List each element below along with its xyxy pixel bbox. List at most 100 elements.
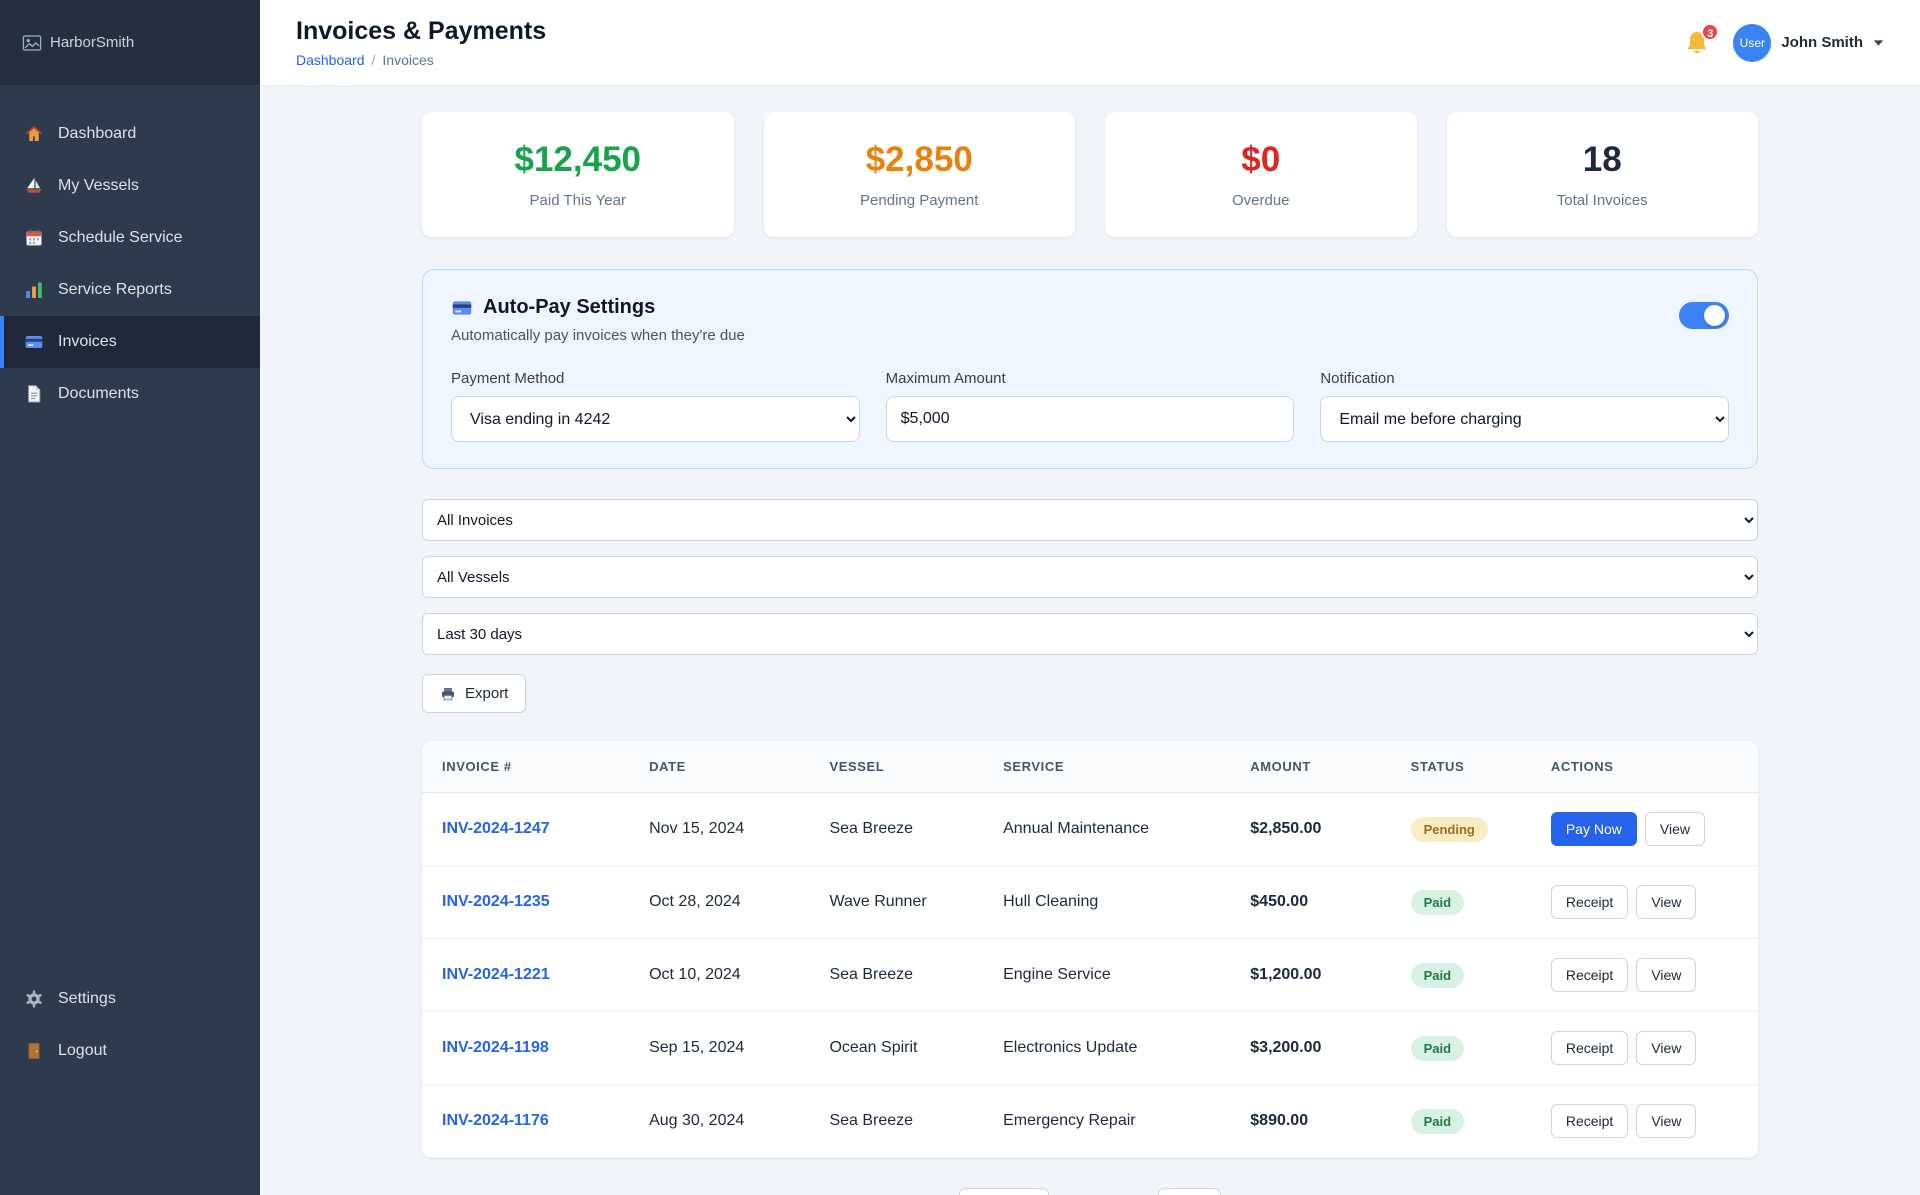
invoice-service: Emergency Repair — [983, 1084, 1231, 1158]
page-title: Invoices & Payments — [296, 17, 547, 45]
view-button[interactable]: View — [1644, 812, 1705, 846]
view-button[interactable]: View — [1636, 1031, 1697, 1065]
sidebar-item-label: Service Reports — [58, 281, 172, 298]
autopay-settings-card: Auto-Pay Settings Automatically pay invo… — [422, 269, 1758, 469]
notification-label: Notification — [1320, 370, 1395, 387]
invoice-date: Aug 30, 2024 — [629, 1084, 810, 1158]
invoice-vessel: Sea Breeze — [809, 792, 984, 866]
invoice-link[interactable]: INV-2024-1176 — [442, 1112, 549, 1129]
user-name: John Smith — [1781, 34, 1863, 51]
app: HarborSmith Dashboard My Vessels Schedul… — [0, 0, 1920, 1195]
sidebar-item-label: Documents — [58, 385, 139, 402]
receipt-button[interactable]: Receipt — [1550, 958, 1629, 992]
filters-section: All Invoices All Vessels Last 30 days Ex… — [422, 499, 1758, 713]
view-button[interactable]: View — [1636, 885, 1697, 919]
invoice-service: Engine Service — [983, 938, 1231, 1012]
stat-value: $0 — [1241, 140, 1281, 179]
invoice-date: Sep 15, 2024 — [629, 1011, 810, 1085]
receipt-button[interactable]: Receipt — [1550, 885, 1629, 919]
export-button[interactable]: Export — [422, 674, 527, 713]
sidebar-item-my-vessels[interactable]: My Vessels — [0, 160, 260, 212]
invoices-table: INVOICE # DATE VESSEL SERVICE AMOUNT STA… — [422, 741, 1758, 1158]
column-header: ACTIONS — [1530, 741, 1758, 793]
invoice-link[interactable]: INV-2024-1198 — [442, 1039, 549, 1056]
content-area: Invoices & Payments Dashboard / Invoices 3… — [260, 0, 1920, 1195]
payment-method-select[interactable]: Visa ending in 4242 — [451, 396, 860, 442]
stats-row: $12,450 Paid This Year $2,850 Pending Pa… — [422, 112, 1758, 237]
stat-label: Paid This Year — [529, 192, 626, 209]
date-range-filter-select[interactable]: Last 30 days — [422, 613, 1758, 655]
autopay-toggle[interactable] — [1679, 302, 1729, 329]
sidebar-item-label: Dashboard — [58, 125, 137, 142]
invoice-amount: $3,200.00 — [1230, 1011, 1391, 1085]
invoice-status-filter-select[interactable]: All Invoices — [422, 499, 1758, 541]
sidebar-item-label: Schedule Service — [58, 229, 183, 246]
topbar: Invoices & Payments Dashboard / Invoices 3… — [260, 0, 1920, 86]
table-header-row: INVOICE # DATE VESSEL SERVICE AMOUNT STA… — [422, 741, 1758, 793]
stat-total-invoices: 18 Total Invoices — [1446, 112, 1758, 237]
autopay-subtitle: Automatically pay invoices when they're … — [451, 327, 745, 344]
column-header: STATUS — [1390, 741, 1531, 793]
stat-value: 18 — [1582, 140, 1622, 179]
column-header: INVOICE # — [422, 741, 630, 793]
sidebar-item-service-reports[interactable]: Service Reports — [0, 264, 260, 316]
previous-button[interactable]: Previous — [959, 1188, 1050, 1195]
user-menu[interactable]: User John Smith — [1733, 23, 1884, 62]
credit-card-icon — [451, 297, 473, 319]
invoice-service: Annual Maintenance — [983, 792, 1231, 866]
receipt-button[interactable]: Receipt — [1550, 1104, 1629, 1138]
invoice-amount: $450.00 — [1230, 865, 1391, 939]
status-badge: Paid — [1410, 962, 1465, 988]
vessel-filter-select[interactable]: All Vessels — [422, 556, 1758, 598]
invoice-actions: Receipt View — [1550, 1031, 1738, 1065]
view-button[interactable]: View — [1636, 1104, 1697, 1138]
invoice-service: Electronics Update — [983, 1011, 1231, 1085]
invoice-amount: $2,850.00 — [1230, 792, 1391, 866]
sidebar-item-documents[interactable]: Documents — [0, 368, 260, 420]
stat-label: Total Invoices — [1556, 192, 1648, 209]
breadcrumb-separator: / — [371, 52, 376, 68]
invoice-link[interactable]: INV-2024-1247 — [442, 820, 550, 837]
invoice-link[interactable]: INV-2024-1221 — [442, 966, 550, 983]
invoice-date: Oct 10, 2024 — [629, 938, 810, 1012]
house-icon — [24, 124, 44, 144]
receipt-button[interactable]: Receipt — [1550, 1031, 1629, 1065]
printer-icon — [440, 686, 456, 702]
next-button[interactable]: Next — [1158, 1188, 1221, 1195]
status-badge: Pending — [1410, 816, 1488, 842]
max-amount-input[interactable] — [885, 396, 1295, 442]
invoice-actions: Receipt View — [1550, 958, 1738, 992]
autopay-header: Auto-Pay Settings Automatically pay invo… — [451, 296, 1729, 344]
logo: HarborSmith — [0, 0, 260, 86]
topbar-left: Invoices & Payments Dashboard / Invoices — [296, 17, 546, 68]
sidebar-item-invoices[interactable]: Invoices — [0, 316, 260, 368]
invoice-actions: Pay Now View — [1550, 812, 1738, 846]
notification-select[interactable]: Email me before charging — [1320, 396, 1729, 442]
sidebar-footer-nav: Settings Logout — [0, 951, 260, 1195]
door-icon — [24, 1041, 44, 1061]
sidebar-item-label: My Vessels — [58, 177, 139, 194]
logo-text: HarborSmith — [50, 34, 135, 51]
notifications-button[interactable]: 3 — [1683, 22, 1720, 57]
topbar-right: 3 User John Smith — [1683, 22, 1884, 62]
column-header: SERVICE — [983, 741, 1231, 793]
chart-icon — [24, 280, 44, 300]
breadcrumb-dashboard-link[interactable]: Dashboard — [296, 52, 365, 68]
view-button[interactable]: View — [1636, 958, 1697, 992]
table-row: INV-2024-1176 Aug 30, 2024 Sea Breeze Em… — [422, 1084, 1758, 1158]
sidebar-item-dashboard[interactable]: Dashboard — [0, 108, 260, 160]
invoice-link[interactable]: INV-2024-1235 — [442, 893, 550, 910]
sailboat-icon — [24, 176, 44, 196]
table-row: INV-2024-1235 Oct 28, 2024 Wave Runner H… — [422, 865, 1758, 939]
stat-value: $12,450 — [514, 140, 642, 179]
pay-now-button[interactable]: Pay Now — [1550, 812, 1637, 846]
autopay-title: Auto-Pay Settings — [483, 296, 656, 318]
sidebar-item-schedule-service[interactable]: Schedule Service — [0, 212, 260, 264]
status-badge: Paid — [1410, 1035, 1465, 1061]
invoice-date: Oct 28, 2024 — [629, 865, 810, 939]
stat-overdue: $0 Overdue — [1105, 112, 1417, 237]
sidebar-item-settings[interactable]: Settings — [0, 973, 260, 1025]
payment-method-label: Payment Method — [451, 370, 565, 387]
sidebar-item-logout[interactable]: Logout — [0, 1025, 260, 1077]
invoice-date: Nov 15, 2024 — [629, 792, 810, 866]
